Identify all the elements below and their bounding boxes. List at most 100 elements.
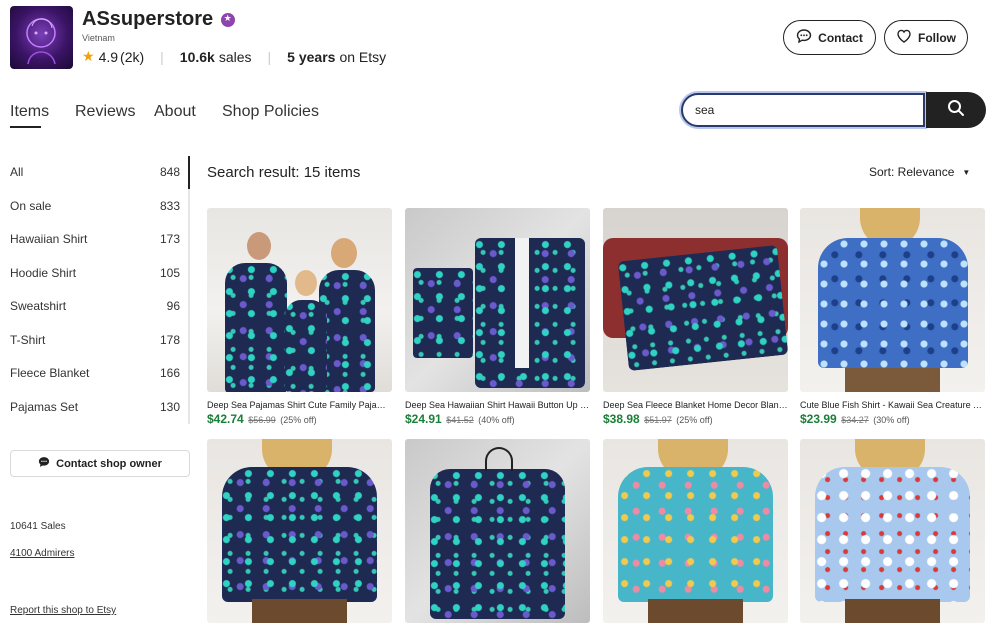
discount-percent: (40% off)	[478, 415, 515, 425]
rating-value: 4.9	[98, 48, 119, 65]
discount-percent: (25% off)	[676, 415, 713, 425]
caret-down-icon: ▼	[962, 167, 971, 177]
product-price: $42.74 $56.99 (25% off)	[207, 412, 392, 426]
tab-reviews[interactable]: Reviews	[75, 103, 135, 121]
product-card[interactable]: Cute Blue Fish Shirt - Kawaii Sea Creatu…	[800, 208, 985, 426]
sidebar-item-on-sale[interactable]: On sale 833	[10, 194, 180, 218]
shop-logo[interactable]	[10, 6, 73, 69]
product-image[interactable]	[603, 439, 788, 623]
heart-icon	[896, 28, 912, 47]
search-button[interactable]	[926, 92, 986, 128]
sidebar-item-label: Sweatshirt	[10, 299, 67, 313]
sidebar-item-count: 96	[166, 299, 180, 313]
sidebar-item-label: Pajamas Set	[10, 400, 79, 414]
person-figure	[285, 300, 327, 392]
pants-shape	[252, 599, 347, 623]
chat-bubble-icon	[38, 456, 50, 471]
product-card[interactable]	[800, 439, 985, 631]
sidebar-item-label: All	[10, 165, 24, 179]
person-head	[331, 238, 357, 268]
sidebar-item-pajamas-set[interactable]: Pajamas Set 130	[10, 395, 180, 419]
tab-about[interactable]: About	[154, 103, 196, 121]
product-card[interactable]	[405, 439, 590, 631]
product-image[interactable]	[405, 439, 590, 623]
reviews-count[interactable]: (2k)	[120, 49, 144, 65]
sidebar-item-label: T-Shirt	[10, 333, 46, 347]
tab-shop-policies[interactable]: Shop Policies	[222, 103, 319, 121]
discount-percent: (30% off)	[873, 415, 910, 425]
chat-bubble-icon	[796, 28, 812, 47]
follow-button[interactable]: Follow	[884, 20, 968, 55]
sidebar-item-count: 130	[159, 400, 180, 414]
tshirt-shape	[818, 238, 968, 368]
product-card[interactable]	[207, 439, 392, 631]
tshirt-shape	[618, 467, 773, 602]
sidebar-item-all[interactable]: All 848	[10, 160, 180, 184]
contact-button-label: Contact	[818, 30, 863, 45]
product-price: $24.91 $41.52 (40% off)	[405, 412, 590, 426]
person-head	[295, 270, 317, 296]
search-result-title: Search result: 15 items	[207, 164, 361, 181]
original-price: $34.27	[841, 415, 869, 425]
product-image[interactable]	[207, 439, 392, 623]
product-image[interactable]	[207, 208, 392, 392]
admirers-link[interactable]: 4100 Admirers	[10, 548, 74, 559]
search-input[interactable]	[683, 95, 923, 125]
pants-shape	[648, 599, 743, 623]
sidebar-item-label: Fleece Blanket	[10, 366, 90, 380]
follow-button-label: Follow	[918, 30, 956, 45]
sidebar-item-count: 848	[159, 165, 180, 179]
product-image[interactable]	[405, 208, 590, 392]
tab-items[interactable]: Items	[10, 103, 49, 121]
sidebar-item-t-shirt[interactable]: T-Shirt 178	[10, 328, 180, 352]
blanket-shape	[617, 244, 788, 372]
contact-shop-owner-button[interactable]: Contact shop owner	[10, 450, 190, 477]
discount-percent: (25% off)	[280, 415, 317, 425]
shorts-shape	[413, 268, 473, 358]
product-title[interactable]: Cute Blue Fish Shirt - Kawaii Sea Creatu…	[800, 400, 985, 410]
sidebar-divider	[188, 156, 190, 424]
sidebar-item-count: 833	[159, 199, 180, 213]
sidebar-item-fleece-blanket[interactable]: Fleece Blanket 166	[10, 361, 180, 385]
sidebar-item-sweatshirt[interactable]: Sweatshirt 96	[10, 294, 180, 318]
stats-divider: |	[267, 48, 272, 65]
report-shop-link[interactable]: Report this shop to Etsy	[10, 605, 116, 616]
active-tab-indicator	[10, 126, 41, 128]
sidebar-item-count: 178	[159, 333, 180, 347]
sidebar-item-hawaiian-shirt[interactable]: Hawaiian Shirt 173	[10, 227, 180, 251]
tshirt-shape	[815, 467, 970, 602]
years-value: 5 years	[287, 48, 336, 65]
product-image[interactable]	[800, 208, 985, 392]
product-title[interactable]: Deep Sea Hawaiian Shirt Hawaii Button Up…	[405, 400, 590, 410]
sales-value: 10.6k	[179, 48, 215, 65]
shop-stats: ★ 4.9 (2k) | 10.6k sales | 5 years on Et…	[82, 48, 386, 65]
original-price: $51.97	[644, 415, 672, 425]
product-image[interactable]	[603, 208, 788, 392]
star-icon: ★	[82, 48, 95, 64]
hanger-icon	[485, 447, 513, 471]
sort-label: Sort: Relevance	[869, 165, 955, 179]
shirt-placket	[515, 238, 529, 368]
years-label: on Etsy	[339, 48, 387, 65]
sort-dropdown[interactable]: Sort: Relevance ▼	[869, 165, 970, 179]
product-card[interactable]: Deep Sea Pajamas Shirt Cute Family Pajam…	[207, 208, 392, 426]
product-card[interactable]	[603, 439, 788, 631]
contact-button[interactable]: Contact	[783, 20, 876, 55]
product-title[interactable]: Deep Sea Fleece Blanket Home Decor Blank…	[603, 400, 788, 410]
product-card[interactable]: Deep Sea Fleece Blanket Home Decor Blank…	[603, 208, 788, 426]
product-card[interactable]: Deep Sea Hawaiian Shirt Hawaii Button Up…	[405, 208, 590, 426]
sidebar-item-hoodie-shirt[interactable]: Hoodie Shirt 105	[10, 261, 180, 285]
pants-shape	[845, 368, 940, 392]
sidebar-item-count: 166	[159, 366, 180, 380]
product-image[interactable]	[800, 439, 985, 623]
contact-shop-owner-label: Contact shop owner	[56, 457, 162, 470]
original-price: $41.52	[446, 415, 474, 425]
sidebar-item-count: 173	[159, 232, 180, 246]
star-seller-badge-icon	[221, 12, 236, 27]
product-title[interactable]: Deep Sea Pajamas Shirt Cute Family Pajam…	[207, 400, 392, 410]
total-sales: 10641 Sales	[10, 521, 66, 532]
shirt-shape	[475, 238, 585, 388]
original-price: $56.99	[248, 415, 276, 425]
search-field[interactable]	[681, 93, 925, 127]
sidebar-item-label: Hoodie Shirt	[10, 266, 77, 280]
